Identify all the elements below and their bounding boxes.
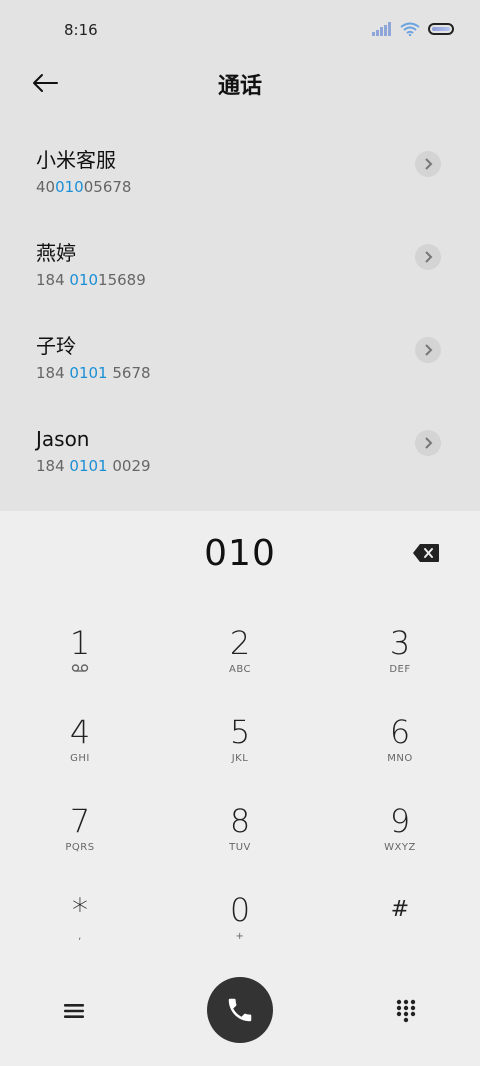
contact-result-item[interactable]: 小米客服 4001005678 [0, 118, 480, 211]
chevron-right-icon [425, 251, 433, 263]
signal-icon [372, 22, 391, 36]
dialer-panel: 010 1 2 ABC 3 DEF 4 GHI 5 JKL 6 MNO 7 PQ… [0, 511, 480, 1066]
page-title: 通话 [217, 74, 262, 99]
keypad-toggle-button[interactable] [394, 999, 418, 1023]
contact-result-item[interactable]: 子玲 184 0101 5678 [0, 304, 480, 397]
contact-name: Jason [36, 427, 90, 451]
wifi-icon [400, 22, 420, 36]
contact-details-button[interactable] [415, 244, 441, 270]
chevron-right-icon [425, 344, 433, 356]
status-icons [372, 22, 454, 36]
key-6[interactable]: 6 MNO [340, 712, 460, 792]
dialed-number: 010 [204, 533, 276, 574]
key-3[interactable]: 3 DEF [340, 623, 460, 703]
key-0[interactable]: 0 + [180, 890, 300, 970]
key-8[interactable]: 8 TUV [180, 801, 300, 881]
key-4[interactable]: 4 GHI [20, 712, 140, 792]
key-star[interactable]: * , [20, 890, 140, 970]
key-hash[interactable]: # [340, 890, 460, 970]
key-7[interactable]: 7 PQRS [20, 801, 140, 881]
contact-result-item[interactable]: 燕婷 184 01015689 [0, 211, 480, 304]
keypad-icon [396, 999, 416, 1023]
contact-details-button[interactable] [415, 430, 441, 456]
menu-button[interactable] [62, 999, 86, 1023]
contact-number: 184 0101 5678 [36, 364, 151, 382]
contact-details-button[interactable] [415, 337, 441, 363]
call-button[interactable] [207, 977, 273, 1043]
status-bar: 8:16 [0, 0, 480, 62]
chevron-right-icon [425, 437, 433, 449]
contact-name: 燕婷 [36, 241, 76, 265]
battery-icon [428, 23, 454, 35]
contact-number: 184 01015689 [36, 271, 146, 289]
key-2[interactable]: 2 ABC [180, 623, 300, 703]
contact-number: 184 0101 0029 [36, 457, 151, 475]
voicemail-icon [20, 663, 140, 678]
chevron-right-icon [425, 158, 433, 170]
contact-name: 小米客服 [36, 148, 116, 172]
contact-results-list: 小米客服 4001005678 燕婷 184 01015689 子玲 184 0… [0, 118, 480, 490]
contact-details-button[interactable] [415, 151, 441, 177]
key-1[interactable]: 1 [20, 623, 140, 703]
phone-icon [228, 998, 252, 1022]
backspace-icon [413, 544, 439, 562]
contact-result-item[interactable]: Jason 184 0101 0029 [0, 397, 480, 490]
backspace-button[interactable] [412, 543, 440, 563]
menu-icon [64, 1004, 84, 1018]
dialer-bottom-bar [0, 977, 480, 1057]
contact-name: 子玲 [36, 334, 76, 358]
status-time: 8:16 [64, 21, 98, 39]
top-bar: 通话 [0, 62, 480, 106]
key-5[interactable]: 5 JKL [180, 712, 300, 792]
key-9[interactable]: 9 WXYZ [340, 801, 460, 881]
contact-number: 4001005678 [36, 178, 132, 196]
